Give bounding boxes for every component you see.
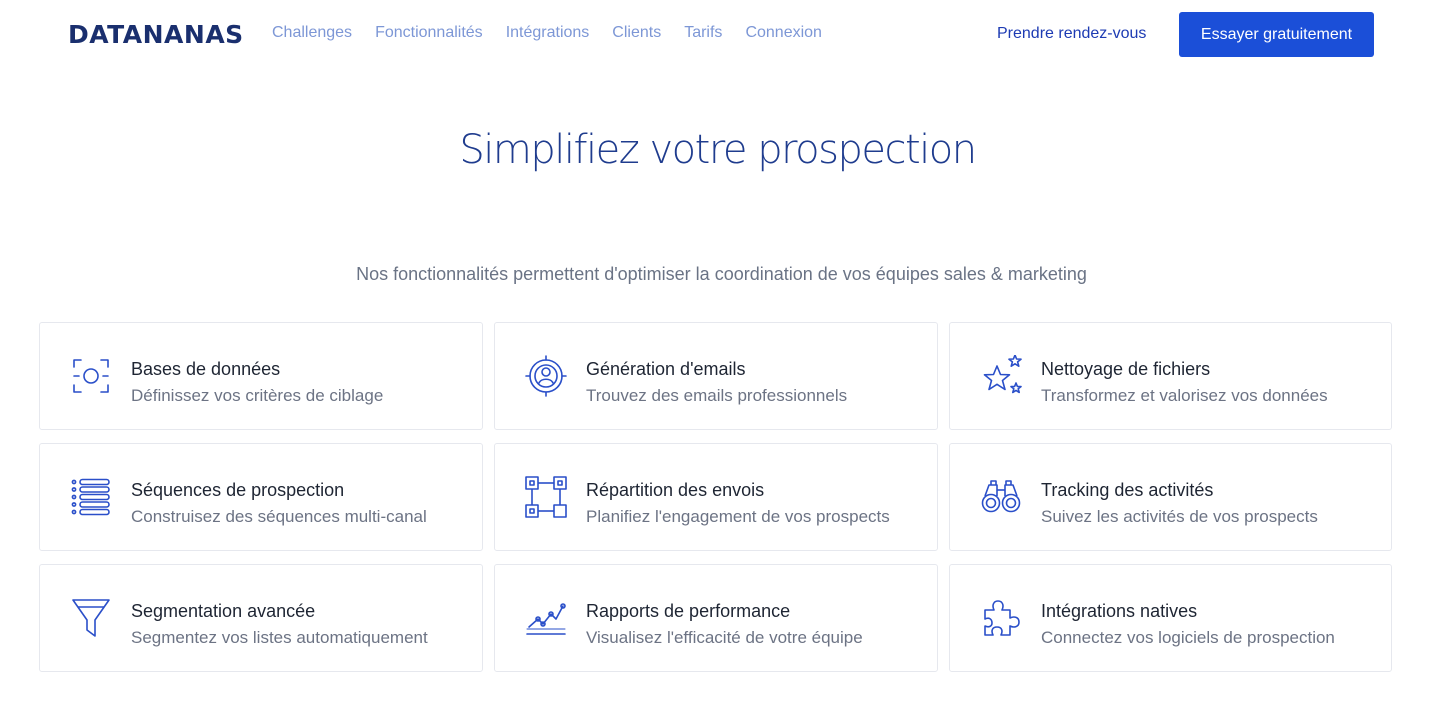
features-grid: Bases de données Définissez vos critères… bbox=[39, 322, 1392, 672]
feature-description: Trouvez des emails professionnels bbox=[586, 386, 848, 405]
feature-description: Transformez et valorisez vos données bbox=[1041, 386, 1328, 405]
nav-link-tarifs[interactable]: Tarifs bbox=[684, 23, 722, 43]
appointment-link[interactable]: Prendre rendez-vous bbox=[997, 24, 1146, 44]
feature-title: Répartition des envois bbox=[586, 480, 765, 500]
feature-card-distribution[interactable]: Répartition des envois Planifiez l'engag… bbox=[494, 443, 938, 551]
top-navigation: DATANANAS Challenges Fonctionnalités Int… bbox=[0, 0, 1435, 68]
stars-icon bbox=[980, 355, 1022, 397]
puzzle-icon bbox=[980, 597, 1022, 639]
line-chart-icon bbox=[525, 597, 567, 639]
nav-link-connexion[interactable]: Connexion bbox=[745, 23, 822, 43]
feature-description: Connectez vos logiciels de prospection bbox=[1041, 628, 1335, 647]
feature-card-email-generation[interactable]: Génération d'emails Trouvez des emails p… bbox=[494, 322, 938, 430]
feature-title: Tracking des activités bbox=[1041, 480, 1214, 500]
nav-link-integrations[interactable]: Intégrations bbox=[506, 23, 590, 43]
nav-links: Challenges Fonctionnalités Intégrations … bbox=[272, 23, 822, 43]
database-target-icon bbox=[70, 355, 112, 397]
distribution-icon bbox=[525, 476, 567, 518]
feature-title: Segmentation avancée bbox=[131, 601, 316, 621]
free-trial-button[interactable]: Essayer gratuitement bbox=[1179, 12, 1374, 57]
feature-description: Suivez les activités de vos prospects bbox=[1041, 507, 1318, 526]
feature-description: Segmentez vos listes automatiquement bbox=[131, 628, 428, 647]
feature-description: Définissez vos critères de ciblage bbox=[131, 386, 384, 405]
page-title: Simplifiez votre prospection bbox=[459, 127, 977, 173]
nav-link-fonctionnalites[interactable]: Fonctionnalités bbox=[375, 23, 483, 43]
feature-description: Construisez des séquences multi-canal bbox=[131, 507, 427, 526]
list-icon bbox=[70, 476, 112, 518]
feature-card-integrations[interactable]: Intégrations natives Connectez vos logic… bbox=[949, 564, 1392, 672]
feature-title: Génération d'emails bbox=[586, 359, 746, 379]
feature-card-file-cleaning[interactable]: Nettoyage de fichiers Transformez et val… bbox=[949, 322, 1392, 430]
funnel-icon bbox=[70, 597, 112, 639]
feature-card-tracking[interactable]: Tracking des activités Suivez les activi… bbox=[949, 443, 1392, 551]
datananas-logo[interactable]: DATANANAS bbox=[68, 20, 244, 50]
feature-card-sequences[interactable]: Séquences de prospection Construisez des… bbox=[39, 443, 483, 551]
feature-title: Nettoyage de fichiers bbox=[1041, 359, 1211, 379]
feature-title: Rapports de performance bbox=[586, 601, 791, 621]
nav-link-challenges[interactable]: Challenges bbox=[272, 23, 352, 43]
feature-card-databases[interactable]: Bases de données Définissez vos critères… bbox=[39, 322, 483, 430]
feature-card-segmentation[interactable]: Segmentation avancée Segmentez vos liste… bbox=[39, 564, 483, 672]
feature-title: Intégrations natives bbox=[1041, 601, 1198, 621]
user-target-icon bbox=[525, 355, 567, 397]
nav-link-clients[interactable]: Clients bbox=[612, 23, 661, 43]
feature-card-reports[interactable]: Rapports de performance Visualisez l'eff… bbox=[494, 564, 938, 672]
page-subtitle: Nos fonctionnalités permettent d'optimis… bbox=[356, 264, 1087, 284]
feature-title: Séquences de prospection bbox=[131, 480, 345, 500]
binoculars-icon bbox=[980, 476, 1022, 518]
feature-description: Visualisez l'efficacité de votre équipe bbox=[586, 628, 863, 647]
feature-title: Bases de données bbox=[131, 359, 281, 379]
feature-description: Planifiez l'engagement de vos prospects bbox=[586, 507, 890, 526]
